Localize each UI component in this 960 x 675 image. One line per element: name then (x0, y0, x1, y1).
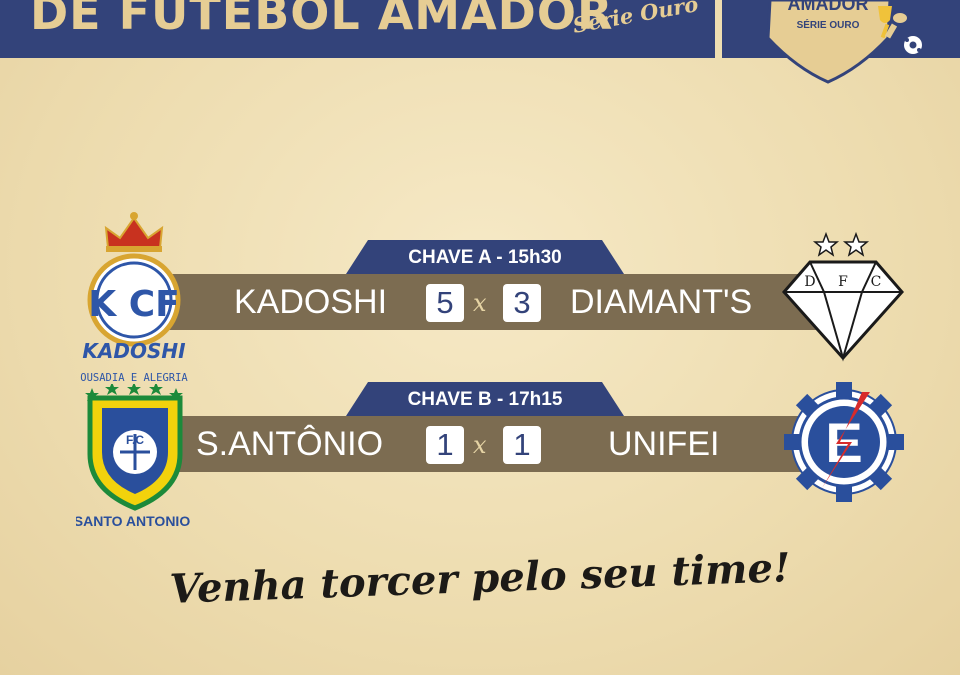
group-label: CHAVE B - 17h15 (407, 389, 563, 410)
soccer-ball-icon (904, 36, 922, 54)
star-icon (105, 384, 119, 395)
group-label: CHAVE A - 15h30 (408, 247, 562, 268)
diamants-letter: D (804, 274, 815, 290)
header-title: DE FUTEBOL AMADOR (30, 0, 614, 40)
diamants-crest: D F C (782, 231, 904, 362)
tagline: Venha torcer pelo seu time! (168, 544, 792, 613)
star-icon (127, 384, 141, 395)
santo-antonio-name: SANTO ANTONIO (76, 513, 190, 529)
kadoshi-name: KADOSHI (82, 339, 186, 363)
away-score: 1 (503, 426, 541, 464)
away-score: 3 (503, 284, 541, 322)
score-bar: S.ANTÔNIO 1 x 1 UNIFEI (148, 416, 838, 472)
diamants-letter: F (838, 274, 848, 290)
crown-icon (104, 212, 164, 252)
star-icon (149, 384, 163, 395)
home-score: 5 (426, 284, 464, 322)
score-separator: x (473, 431, 487, 459)
tournament-badge: AMADOR SÉRIE OURO (766, 0, 922, 84)
unifei-crest: E (784, 382, 904, 502)
kadoshi-monogram: K CF (88, 284, 179, 325)
home-team-name: S.ANTÔNIO (196, 425, 384, 463)
away-team-name: DIAMANT'S (570, 283, 753, 321)
kadoshi-crest: K CF KADOSHI OUSADIA E ALEGRIA (80, 212, 188, 384)
group-tab: CHAVE A - 15h30 (346, 240, 624, 274)
kadoshi-motto: OUSADIA E ALEGRIA (80, 372, 188, 384)
star-icon (812, 231, 840, 257)
diamants-letter: C (871, 274, 882, 290)
badge-title: AMADOR (788, 0, 869, 14)
santo-antonio-initials: F.C (126, 433, 144, 447)
santo-antonio-crest: F.C SANTO ANTONIO (76, 384, 190, 529)
home-score: 1 (426, 426, 464, 464)
home-team-name: KADOSHI (234, 283, 388, 321)
score-separator: x (473, 289, 487, 317)
score-bar: KADOSHI 5 x 3 DIAMANT'S (148, 274, 838, 330)
gear-icon: E (784, 382, 904, 502)
away-team-name: UNIFEI (608, 425, 720, 463)
star-icon (842, 231, 870, 257)
badge-series: SÉRIE OURO (797, 18, 860, 31)
header-banner: DE FUTEBOL AMADOR Série Ouro (0, 0, 715, 58)
group-tab: CHAVE B - 17h15 (346, 382, 624, 416)
